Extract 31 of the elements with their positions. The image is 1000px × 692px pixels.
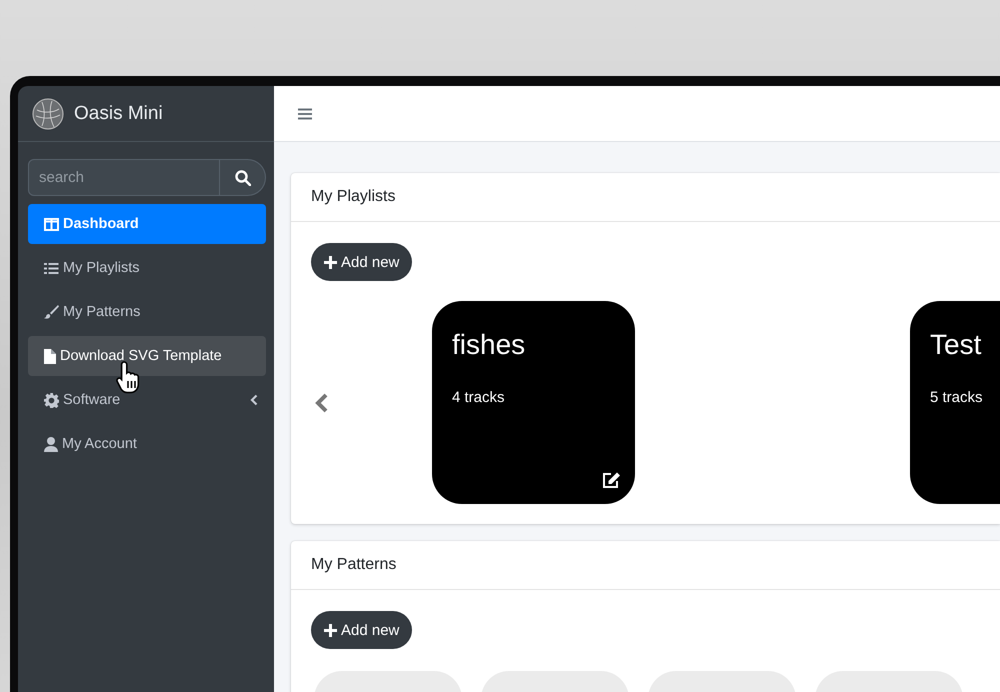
search-icon	[234, 170, 250, 186]
sidebar-item[interactable]: Dashboard	[28, 204, 266, 244]
sidebar-item[interactable]: My Account	[28, 424, 266, 464]
list-icon	[44, 262, 59, 274]
chevron-left-icon[interactable]	[315, 392, 329, 412]
sidebar-item[interactable]: Software	[28, 380, 266, 420]
edit-icon[interactable]	[602, 472, 621, 489]
plus-icon	[324, 624, 337, 636]
search-field[interactable]: search	[28, 159, 220, 196]
playlist-card[interactable]: fishes 4 tracks	[432, 301, 635, 504]
track-count: 5 tracks	[930, 389, 984, 406]
brand-name: Oasis Mini	[74, 102, 163, 124]
section-title: My Patterns	[311, 556, 396, 574]
user-icon	[44, 436, 58, 452]
sidebar-item[interactable]: My Playlists	[28, 248, 266, 288]
columns-icon	[44, 218, 59, 230]
file-icon	[44, 348, 56, 364]
menu-icon[interactable]	[298, 108, 312, 120]
sidebar-item[interactable]: My Patterns	[28, 292, 266, 332]
playlist-card[interactable]: Test 5 tracks	[910, 301, 1000, 504]
logo-icon	[32, 98, 64, 130]
plus-icon	[324, 256, 337, 268]
section-title: My Playlists	[311, 188, 396, 206]
track-count: 4 tracks	[452, 389, 506, 406]
add-new-button[interactable]: Add new	[311, 611, 412, 649]
add-new-button[interactable]: Add new	[311, 243, 412, 281]
search-button[interactable]	[220, 159, 266, 196]
brush-icon	[44, 305, 59, 319]
playlist-name: Test	[930, 329, 982, 361]
gear-icon	[44, 392, 59, 408]
playlist-name: fishes	[452, 329, 526, 361]
